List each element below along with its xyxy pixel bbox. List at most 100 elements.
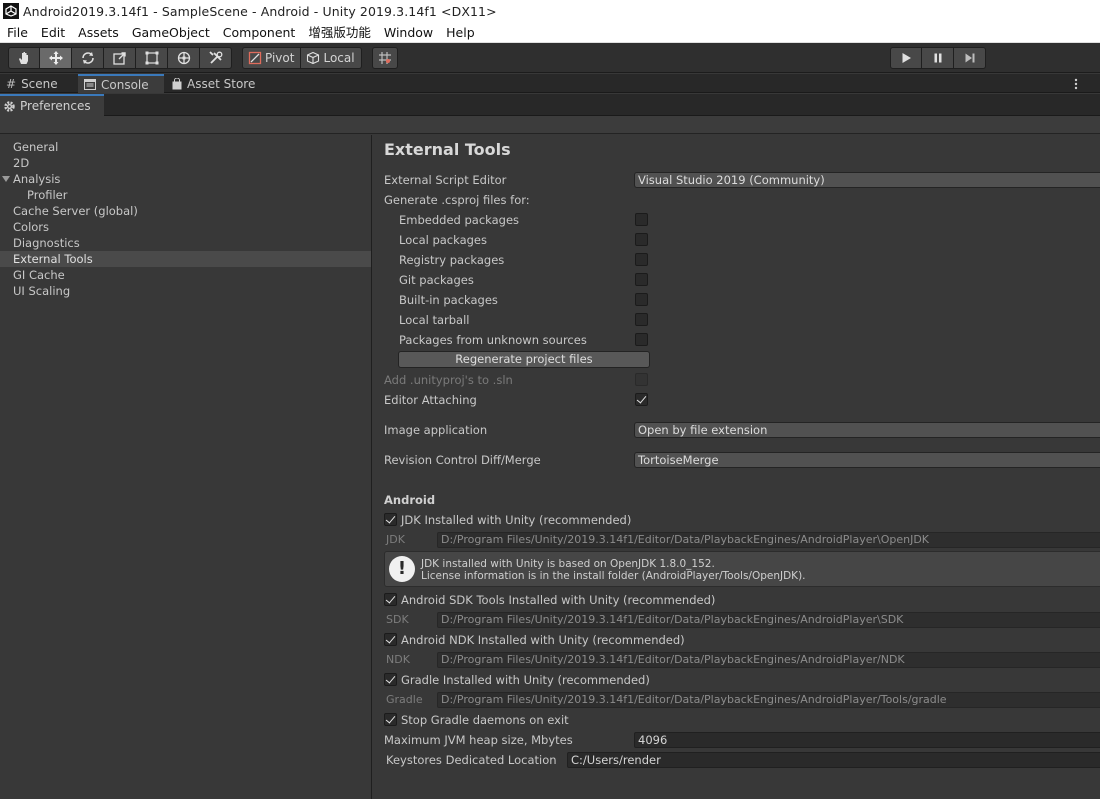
keystores-label: Keystores Dedicated Location <box>386 753 557 767</box>
tab-console[interactable]: Console <box>78 74 164 93</box>
pivot-label: Pivot <box>265 51 295 65</box>
sidebar-item-external-tools[interactable]: External Tools <box>0 251 371 267</box>
sidebar-item-profiler[interactable]: Profiler <box>0 187 371 203</box>
android-section-title: Android <box>384 493 436 507</box>
local-tarball-checkbox[interactable] <box>635 313 648 326</box>
pivot-local-group: Pivot Local <box>242 47 362 69</box>
sdk-path-field: D:/Program Files/Unity/2019.3.14f1/Edito… <box>437 612 1100 628</box>
jdk-installed-label: JDK Installed with Unity (recommended) <box>401 513 632 527</box>
revision-control-label: Revision Control Diff/Merge <box>384 453 541 467</box>
transform-tool-button[interactable] <box>168 47 200 69</box>
move-tool-button[interactable] <box>40 47 72 69</box>
revision-control-dropdown[interactable]: TortoiseMerge <box>634 452 1100 468</box>
play-button[interactable] <box>890 47 922 69</box>
local-tarball-label: Local tarball <box>399 313 470 327</box>
move-arrows-icon <box>48 51 63 65</box>
embedded-packages-checkbox[interactable] <box>635 213 648 226</box>
jdk-info-line-2: License information is in the install fo… <box>421 570 806 582</box>
menu-gameobject[interactable]: GameObject <box>125 22 216 43</box>
script-editor-dropdown[interactable]: Visual Studio 2019 (Community) <box>634 172 1100 188</box>
local-toggle-button[interactable]: Local <box>301 47 362 69</box>
sidebar-item-gi-cache[interactable]: GI Cache <box>0 267 371 283</box>
jvm-heap-input[interactable]: 4096 <box>634 732 1100 748</box>
pause-button[interactable] <box>922 47 954 69</box>
tab-asset-store-label: Asset Store <box>187 76 256 91</box>
rotate-tool-button[interactable] <box>72 47 104 69</box>
builtin-packages-checkbox[interactable] <box>635 293 648 306</box>
script-editor-label: External Script Editor <box>384 173 507 187</box>
transform-gizmo-icon <box>177 51 190 65</box>
hand-icon <box>19 52 28 64</box>
tab-scene-label: Scene <box>21 76 58 91</box>
page-title: External Tools <box>384 140 511 159</box>
shopping-bag-icon <box>172 77 182 89</box>
menu-file[interactable]: File <box>0 22 34 43</box>
grid-snap-button[interactable] <box>372 47 398 69</box>
ndk-installed-label: Android NDK Installed with Unity (recomm… <box>401 633 685 647</box>
ndk-installed-checkbox[interactable] <box>384 633 397 646</box>
gear-icon <box>4 100 15 112</box>
keystores-location-input[interactable]: C:/Users/render <box>567 752 1100 768</box>
rotate-icon <box>81 52 94 64</box>
grid-snap-icon <box>379 52 391 64</box>
step-icon <box>965 53 974 63</box>
editor-attaching-checkbox[interactable] <box>635 393 648 406</box>
menu-help[interactable]: Help <box>439 22 481 43</box>
tab-options-button[interactable] <box>1066 74 1086 93</box>
window-title: Android2019.3.14f1 - SampleScene - Andro… <box>23 3 497 19</box>
sidebar-item-analysis[interactable]: Analysis <box>0 171 371 187</box>
csproj-label: Generate .csproj files for: <box>384 193 530 207</box>
fold-arrow-icon[interactable] <box>2 176 10 182</box>
git-packages-checkbox[interactable] <box>635 273 648 286</box>
unknown-sources-label: Packages from unknown sources <box>399 333 587 347</box>
sdk-installed-label: Android SDK Tools Installed with Unity (… <box>401 593 716 607</box>
sidebar-item-colors[interactable]: Colors <box>0 219 371 235</box>
sidebar-item-cache-server[interactable]: Cache Server (global) <box>0 203 371 219</box>
sidebar-item-general[interactable]: General <box>0 139 371 155</box>
ndk-path-label: NDK <box>386 653 410 666</box>
jvm-heap-label: Maximum JVM heap size, Mbytes <box>384 733 573 747</box>
scale-tool-button[interactable] <box>104 47 136 69</box>
regenerate-project-files-button[interactable]: Regenerate project files <box>398 351 650 368</box>
menu-window[interactable]: Window <box>377 22 439 43</box>
stop-gradle-label: Stop Gradle daemons on exit <box>401 713 569 727</box>
tab-scene[interactable]: # Scene <box>0 74 76 93</box>
local-packages-checkbox[interactable] <box>635 233 648 246</box>
rect-tool-button[interactable] <box>136 47 168 69</box>
preferences-search-strip <box>0 116 1100 134</box>
sdk-path-label: SDK <box>386 613 409 626</box>
jdk-path-label: JDK <box>386 533 405 546</box>
hash-icon: # <box>6 76 17 91</box>
menu-component[interactable]: Component <box>216 22 302 43</box>
custom-tool-button[interactable] <box>200 47 232 69</box>
pivot-toggle-button[interactable]: Pivot <box>242 47 302 69</box>
jdk-info-line-1: JDK installed with Unity is based on Ope… <box>421 558 715 570</box>
sidebar-item-ui-scaling[interactable]: UI Scaling <box>0 283 371 299</box>
step-button[interactable] <box>954 47 986 69</box>
tab-preferences[interactable]: Preferences <box>0 94 104 116</box>
pivot-icon <box>248 51 262 65</box>
local-label: Local <box>323 51 355 65</box>
image-application-dropdown[interactable]: Open by file extension <box>634 422 1100 438</box>
playmode-controls <box>890 47 986 69</box>
stop-gradle-checkbox[interactable] <box>384 713 397 726</box>
jdk-info-helpbox: ! JDK installed with Unity is based on O… <box>384 551 1100 587</box>
sidebar-item-2d[interactable]: 2D <box>0 155 371 171</box>
gradle-path-label: Gradle <box>386 693 423 706</box>
scale-icon <box>112 52 126 65</box>
tab-asset-store[interactable]: Asset Store <box>166 74 266 93</box>
tools-icon <box>208 51 222 64</box>
sdk-installed-checkbox[interactable] <box>384 593 397 606</box>
menu-assets[interactable]: Assets <box>71 22 125 43</box>
sidebar-item-diagnostics[interactable]: Diagnostics <box>0 235 371 251</box>
gradle-installed-checkbox[interactable] <box>384 673 397 686</box>
menu-edit[interactable]: Edit <box>34 22 71 43</box>
jdk-installed-checkbox[interactable] <box>384 513 397 526</box>
hand-tool-button[interactable] <box>8 47 40 69</box>
unknown-sources-checkbox[interactable] <box>635 333 648 346</box>
unityproj-checkbox <box>635 373 648 386</box>
menu-enhanced-features[interactable]: 增强版功能 <box>301 22 377 43</box>
registry-packages-checkbox[interactable] <box>635 253 648 266</box>
local-packages-label: Local packages <box>399 233 488 247</box>
main-toolbar: Pivot Local <box>0 43 1100 73</box>
